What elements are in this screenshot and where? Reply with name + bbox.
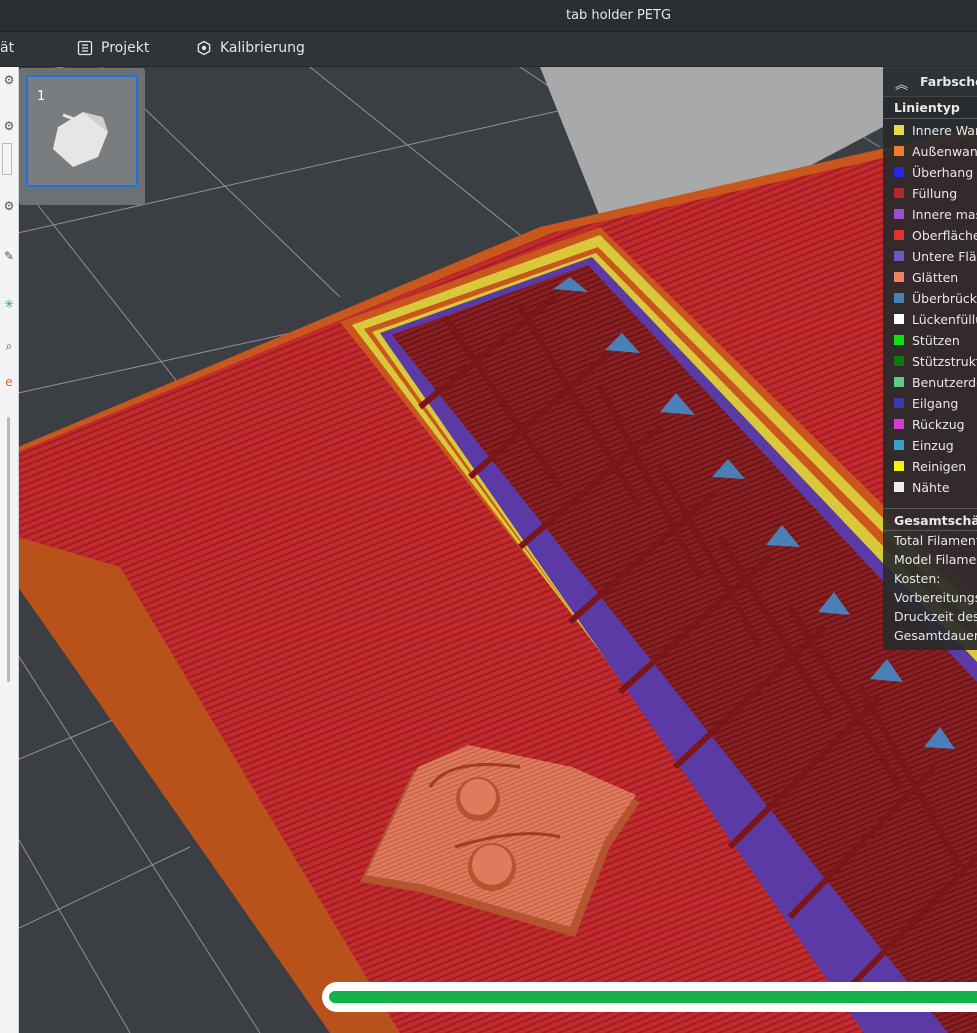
calibration-icon bbox=[197, 40, 211, 56]
settings-icon[interactable]: ⚙ bbox=[0, 197, 18, 215]
legend-swatch bbox=[894, 482, 904, 492]
legend-divider bbox=[883, 118, 977, 119]
plugin-icon[interactable]: ✳ bbox=[0, 295, 18, 313]
magnifier-icon[interactable]: ⌕ bbox=[0, 337, 18, 355]
legend-item-label: Füllung bbox=[912, 185, 958, 201]
legend-header-label: Farbsche bbox=[920, 74, 977, 89]
legend-item: Überbrücku bbox=[894, 288, 977, 308]
legend-swatch bbox=[894, 419, 904, 429]
legend-item: Benutzerde bbox=[894, 372, 977, 392]
legend-swatch bbox=[894, 146, 904, 156]
legend-item-label: Stützstrukt bbox=[912, 353, 977, 369]
legend-item-label: Lückenfüllu bbox=[912, 311, 977, 327]
3d-viewport[interactable] bbox=[0, 67, 977, 1033]
legend-swatch bbox=[894, 440, 904, 450]
dropdown-field[interactable] bbox=[2, 143, 12, 175]
main-toolbar: ät Projekt Kalibrierung bbox=[0, 32, 977, 67]
legend-swatch bbox=[894, 272, 904, 282]
summary-title: Gesamtschätz bbox=[894, 513, 977, 528]
legend-swatch bbox=[894, 377, 904, 387]
summary-item: Model Filamer bbox=[894, 552, 977, 567]
legend-item-label: Einzug bbox=[912, 437, 954, 453]
legend-swatch bbox=[894, 188, 904, 198]
legend-item-label: Eilgang bbox=[912, 395, 959, 411]
legend-item-label: Innere Wan bbox=[912, 122, 977, 138]
tab-project[interactable]: Projekt bbox=[77, 40, 149, 56]
legend-swatch bbox=[894, 356, 904, 366]
summary-item: Gesamtdauer: bbox=[894, 628, 977, 643]
legend-item-label: Außenwand bbox=[912, 143, 977, 159]
legend-item-label: Innere mas bbox=[912, 206, 977, 222]
legend-item-label: Oberfläche bbox=[912, 227, 977, 243]
legend-item: Reinigen bbox=[894, 456, 966, 476]
left-sidebar: ⚙ ⚙ ⚙ ✎ ✳ ⌕ e bbox=[0, 67, 19, 1033]
legend-item: Rückzug bbox=[894, 414, 965, 434]
legend-item: Untere Fläc bbox=[894, 246, 977, 266]
legend-swatch bbox=[894, 230, 904, 240]
legend-item-label: Nähte bbox=[912, 479, 950, 495]
window-title: tab holder PETG bbox=[565, 8, 672, 23]
tab-calibration-label: Kalibrierung bbox=[220, 40, 305, 56]
sliced-model-preview bbox=[0, 67, 977, 1033]
legend-item-label: Glätten bbox=[912, 269, 959, 285]
sidebar-colored-letter: e bbox=[5, 375, 13, 389]
legend-item-label: Überbrücku bbox=[912, 290, 977, 306]
legend-swatch bbox=[894, 314, 904, 324]
summary-item: Kosten: bbox=[894, 571, 941, 586]
legend-item: Innere Wan bbox=[894, 120, 977, 140]
legend-item: Füllung bbox=[894, 183, 957, 203]
legend-item: Innere mas bbox=[894, 204, 977, 224]
settings-icon[interactable]: ⚙ bbox=[0, 117, 18, 135]
summary-item: Druckzeit des bbox=[894, 609, 977, 624]
legend-swatch bbox=[894, 251, 904, 261]
plate-number: 1 bbox=[37, 89, 46, 104]
legend-swatch bbox=[894, 209, 904, 219]
tab-project-label: Projekt bbox=[101, 40, 150, 56]
edit-icon[interactable]: ✎ bbox=[0, 247, 18, 265]
tab-device-label: ät bbox=[0, 40, 15, 56]
settings-icon[interactable]: ⚙ bbox=[0, 71, 18, 89]
legend-item: Nähte bbox=[894, 477, 950, 497]
plate-thumbnail[interactable]: 1 bbox=[26, 75, 138, 187]
progress-fill bbox=[329, 991, 977, 1003]
legend-item: Lückenfüllu bbox=[894, 309, 977, 329]
legend-item-label: Rückzug bbox=[912, 416, 965, 432]
legend-item: Stützstrukt bbox=[894, 351, 977, 371]
legend-item-label: Stützen bbox=[912, 332, 960, 348]
summary-item: Total Filament bbox=[894, 533, 977, 548]
slicing-progress-bar bbox=[322, 982, 977, 1012]
summary-item: Vorbereitungs bbox=[894, 590, 977, 605]
legend-swatch bbox=[894, 398, 904, 408]
legend-item: Glätten bbox=[894, 267, 958, 287]
project-icon bbox=[77, 40, 93, 56]
legend-item-label: Benutzerde bbox=[912, 374, 977, 390]
legend-header[interactable]: ︽ Farbsche bbox=[883, 68, 977, 97]
legend-item-label: Reinigen bbox=[912, 458, 967, 474]
plate-thumbnail-panel: 1 bbox=[19, 68, 145, 205]
title-bar: tab holder PETG bbox=[0, 0, 977, 32]
legend-item: Außenwand bbox=[894, 141, 977, 161]
legend-item: Einzug bbox=[894, 435, 954, 455]
legend-item: Eilgang bbox=[894, 393, 958, 413]
legend-item: Oberfläche bbox=[894, 225, 977, 245]
legend-swatch bbox=[894, 461, 904, 471]
legend-swatch bbox=[894, 335, 904, 345]
legend-divider bbox=[883, 530, 977, 531]
chevron-up-icon[interactable]: ︽ bbox=[895, 74, 908, 93]
tab-calibration[interactable]: Kalibrierung bbox=[196, 40, 305, 56]
legend-item: Überhang W bbox=[894, 162, 977, 182]
legend-item-label: Untere Fläc bbox=[912, 248, 977, 264]
legend-item-label: Überhang W bbox=[912, 164, 977, 180]
legend-section-title: Linientyp bbox=[894, 100, 960, 115]
legend-item: Stützen bbox=[894, 330, 960, 350]
legend-swatch bbox=[894, 167, 904, 177]
legend-swatch bbox=[894, 125, 904, 135]
sidebar-scrollbar[interactable] bbox=[7, 417, 10, 682]
color-legend-panel: ︽ Farbsche Linientyp Innere Wan Außenwand… bbox=[883, 68, 977, 650]
legend-swatch bbox=[894, 293, 904, 303]
legend-divider bbox=[883, 508, 977, 509]
tab-device-truncated[interactable]: ät bbox=[0, 40, 14, 56]
